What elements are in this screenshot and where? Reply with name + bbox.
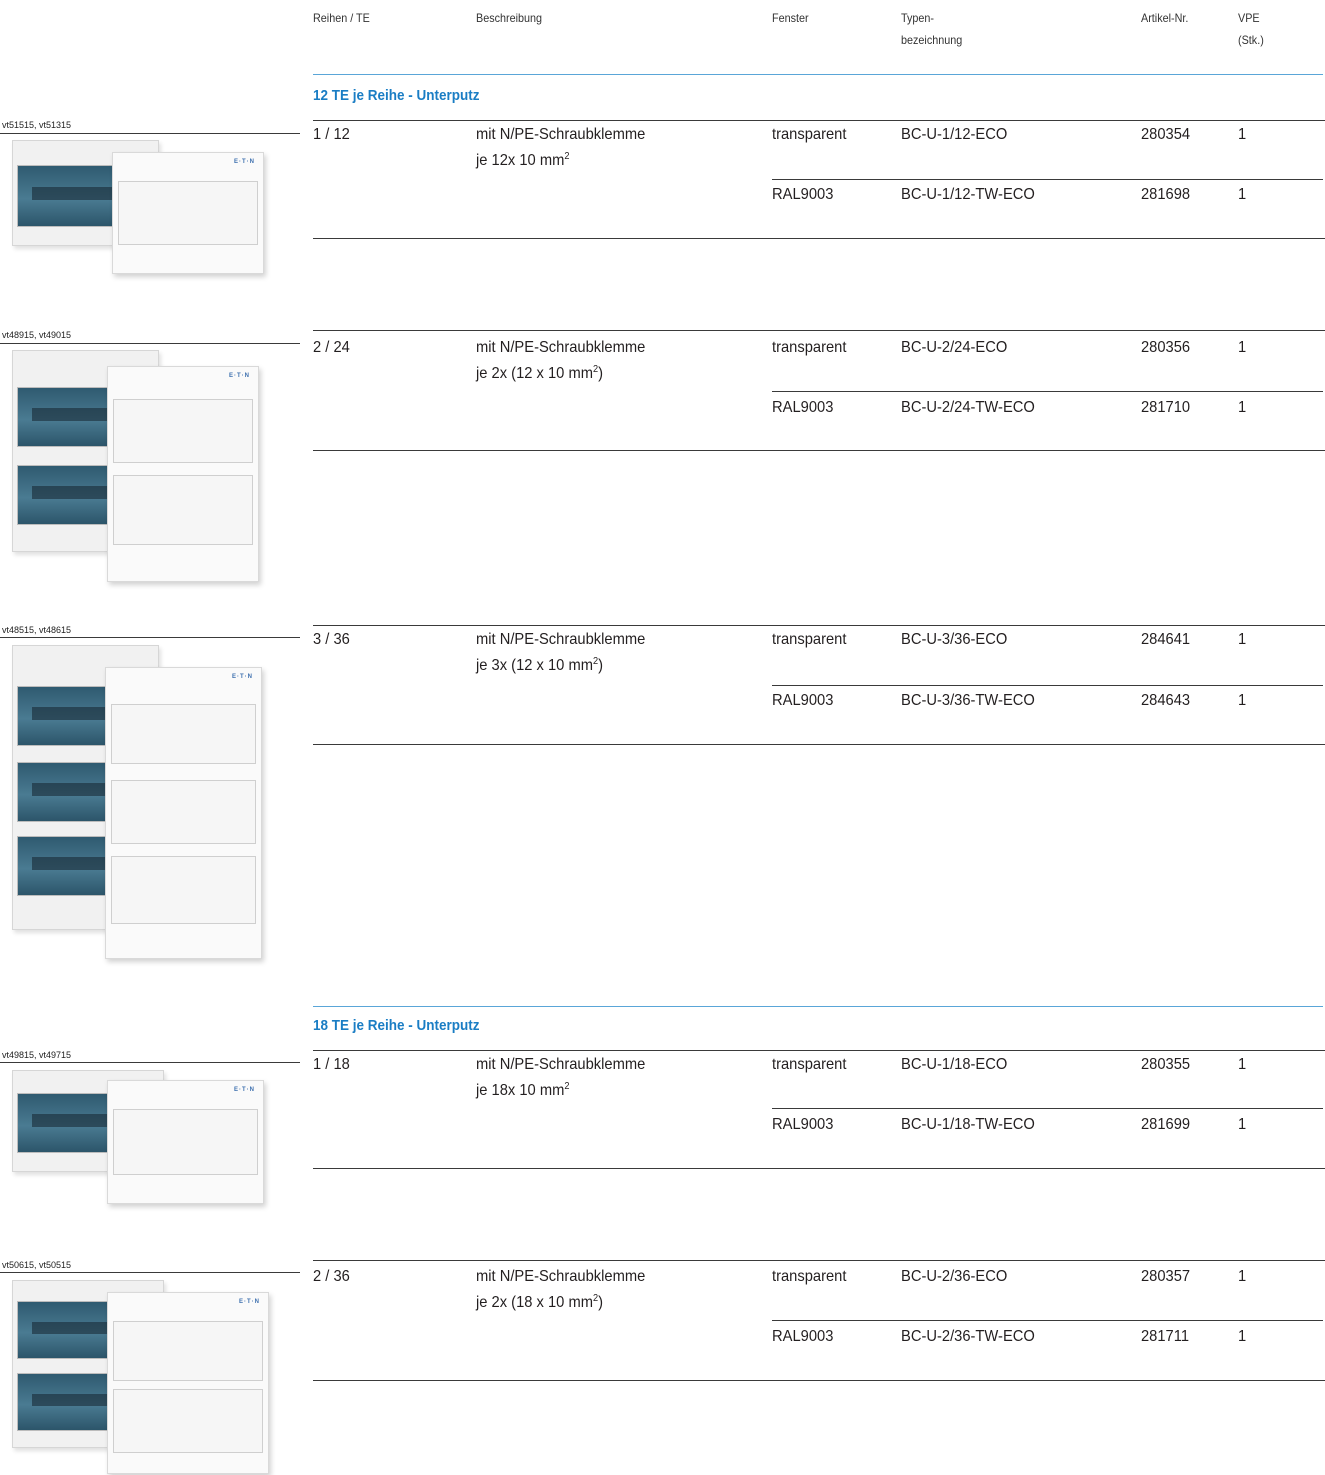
- description-line2: je 12x 10 mm2: [476, 151, 570, 169]
- variant-divider: [772, 685, 1323, 686]
- typenbezeichnung-cell: BC-U-1/18-TW-ECO: [901, 1116, 1035, 1133]
- header-fenster: Fenster: [772, 11, 809, 25]
- artikel-nr-cell: 280355: [1141, 1056, 1191, 1073]
- typenbezeichnung-cell: BC-U-2/36-TW-ECO: [901, 1328, 1035, 1345]
- vpe-cell: 1: [1238, 339, 1247, 356]
- description-line2: je 18x 10 mm2: [476, 1081, 570, 1099]
- section-title: 18 TE je Reihe - Unterputz: [313, 1017, 480, 1034]
- typenbezeichnung-cell: BC-U-3/36-ECO: [901, 631, 1008, 648]
- vpe-cell: 1: [1238, 1328, 1247, 1345]
- image-label-rule: [0, 637, 300, 638]
- image-label: vt50615, vt50515: [2, 1260, 72, 1270]
- reihen-te-cell: 1 / 12: [313, 126, 350, 143]
- header-typenbezeichnung: Typen- bezeichnung: [901, 7, 962, 51]
- typenbezeichnung-cell: BC-U-1/12-TW-ECO: [901, 186, 1035, 203]
- description-line2: je 2x (18 x 10 mm2): [476, 1293, 604, 1311]
- artikel-nr-cell: 281699: [1141, 1116, 1191, 1133]
- fenster-cell: transparent: [772, 339, 847, 356]
- row-divider: [313, 744, 1325, 745]
- row-divider: [313, 1260, 1325, 1261]
- typenbezeichnung-cell: BC-U-2/24-TW-ECO: [901, 399, 1035, 416]
- description-line1: mit N/PE-Schraubklemme: [476, 1056, 646, 1073]
- reihen-te-cell: 2 / 24: [313, 339, 350, 356]
- artikel-nr-cell: 284643: [1141, 692, 1191, 709]
- header-beschreibung: Beschreibung: [476, 11, 543, 25]
- row-divider: [313, 238, 1325, 239]
- fenster-cell: RAL9003: [772, 399, 834, 416]
- header-typ-line1: Typen-: [901, 11, 935, 25]
- vpe-cell: 1: [1238, 692, 1247, 709]
- vpe-cell: 1: [1238, 1116, 1247, 1133]
- fenster-cell: RAL9003: [772, 692, 834, 709]
- artikel-nr-cell: 280354: [1141, 126, 1191, 143]
- header-vpe-line1: VPE: [1238, 11, 1260, 25]
- variant-divider: [772, 179, 1323, 180]
- description-line1: mit N/PE-Schraubklemme: [476, 339, 646, 356]
- brand-logo-icon: E·T·N: [234, 159, 255, 165]
- section-divider: [313, 74, 1323, 75]
- variant-divider: [772, 1320, 1323, 1321]
- artikel-nr-cell: 280357: [1141, 1268, 1191, 1285]
- description-line1: mit N/PE-Schraubklemme: [476, 1268, 646, 1285]
- fenster-cell: transparent: [772, 1056, 847, 1073]
- row-divider: [313, 1380, 1325, 1381]
- section-divider: [313, 1006, 1323, 1007]
- image-label: vt51515, vt51315: [2, 120, 72, 130]
- description-line2: je 3x (12 x 10 mm2): [476, 656, 604, 674]
- image-label-rule: [0, 133, 300, 134]
- vpe-cell: 1: [1238, 186, 1247, 203]
- header-artikel-nr: Artikel-Nr.: [1141, 11, 1189, 25]
- row-divider: [313, 625, 1325, 626]
- artikel-nr-cell: 284641: [1141, 631, 1191, 648]
- image-label: vt49815, vt49715: [2, 1050, 72, 1060]
- description-line1: mit N/PE-Schraubklemme: [476, 126, 646, 143]
- row-divider: [313, 1168, 1325, 1169]
- fenster-cell: transparent: [772, 1268, 847, 1285]
- vpe-cell: 1: [1238, 399, 1247, 416]
- brand-logo-icon: E·T·N: [239, 1299, 260, 1305]
- header-vpe-line2: (Stk.): [1238, 33, 1264, 47]
- typenbezeichnung-cell: BC-U-2/36-ECO: [901, 1268, 1008, 1285]
- typenbezeichnung-cell: BC-U-3/36-TW-ECO: [901, 692, 1035, 709]
- fenster-cell: RAL9003: [772, 186, 834, 203]
- fenster-cell: RAL9003: [772, 1328, 834, 1345]
- brand-logo-icon: E·T·N: [232, 674, 253, 680]
- description-line1: mit N/PE-Schraubklemme: [476, 631, 646, 648]
- image-label: vt48915, vt49015: [2, 330, 72, 340]
- artikel-nr-cell: 280356: [1141, 339, 1191, 356]
- vpe-cell: 1: [1238, 631, 1247, 648]
- typenbezeichnung-cell: BC-U-1/18-ECO: [901, 1056, 1008, 1073]
- row-divider: [313, 1050, 1325, 1051]
- vpe-cell: 1: [1238, 126, 1247, 143]
- typenbezeichnung-cell: BC-U-2/24-ECO: [901, 339, 1008, 356]
- variant-divider: [772, 391, 1323, 392]
- image-label-rule: [0, 1272, 300, 1273]
- fenster-cell: transparent: [772, 126, 847, 143]
- reihen-te-cell: 3 / 36: [313, 631, 350, 648]
- reihen-te-cell: 1 / 18: [313, 1056, 350, 1073]
- image-label: vt48515, vt48615: [2, 625, 72, 635]
- reihen-te-cell: 2 / 36: [313, 1268, 350, 1285]
- section-title: 12 TE je Reihe - Unterputz: [313, 87, 480, 104]
- header-reihen-te: Reihen / TE: [313, 11, 370, 25]
- typenbezeichnung-cell: BC-U-1/12-ECO: [901, 126, 1008, 143]
- vpe-cell: 1: [1238, 1268, 1247, 1285]
- fenster-cell: transparent: [772, 631, 847, 648]
- variant-divider: [772, 1108, 1323, 1109]
- image-label-rule: [0, 1062, 300, 1063]
- artikel-nr-cell: 281711: [1141, 1328, 1190, 1345]
- row-divider: [313, 330, 1325, 331]
- description-line2: je 2x (12 x 10 mm2): [476, 364, 604, 382]
- brand-logo-icon: E·T·N: [234, 1087, 255, 1093]
- image-label-rule: [0, 343, 300, 344]
- header-typ-line2: bezeichnung: [901, 33, 963, 47]
- brand-logo-icon: E·T·N: [229, 373, 250, 379]
- header-vpe: VPE (Stk.): [1238, 7, 1264, 51]
- row-divider: [313, 450, 1325, 451]
- artikel-nr-cell: 281698: [1141, 186, 1191, 203]
- vpe-cell: 1: [1238, 1056, 1247, 1073]
- row-divider: [313, 120, 1325, 121]
- fenster-cell: RAL9003: [772, 1116, 834, 1133]
- artikel-nr-cell: 281710: [1141, 399, 1191, 416]
